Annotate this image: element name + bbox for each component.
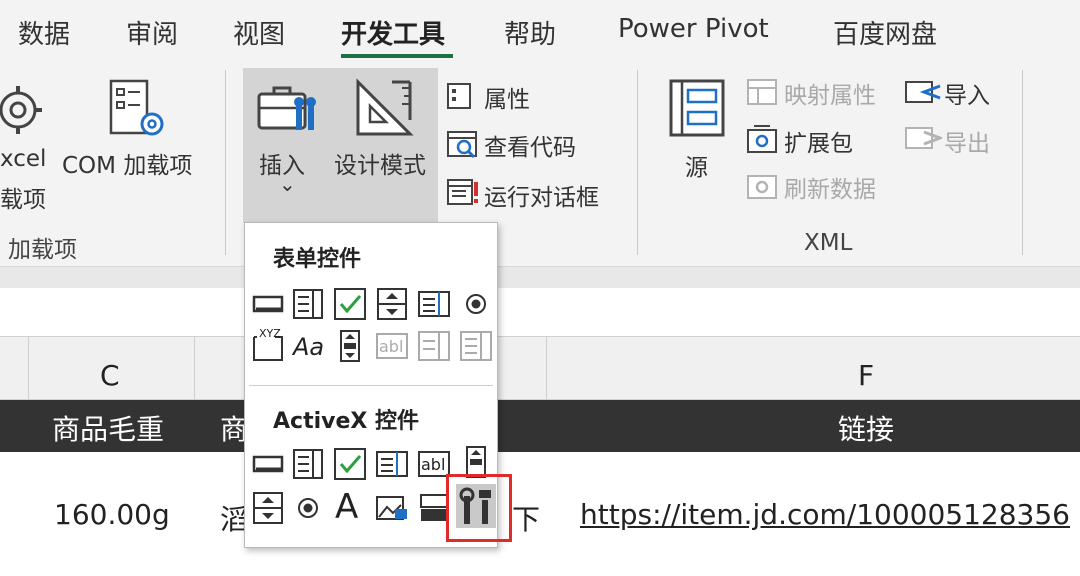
column-header-f[interactable]: F (858, 359, 874, 392)
toolbox-icon[interactable] (256, 80, 320, 138)
cell-f-link[interactable]: https://item.jd.com/100005128356 (580, 498, 1070, 531)
dropdown-divider (249, 385, 493, 386)
activex-image-icon[interactable] (375, 491, 409, 525)
source-label[interactable]: 源 (685, 148, 708, 182)
form-checkbox-icon[interactable] (333, 287, 367, 321)
group-separator (225, 70, 226, 255)
view-code-icon[interactable] (446, 130, 480, 160)
properties-label[interactable]: 属性 (484, 80, 530, 114)
addins-group-label: 加载项 (8, 237, 77, 263)
header-row: 商品毛重 商 链接 (0, 400, 1080, 452)
tab-review[interactable]: 审阅 (126, 14, 178, 51)
activex-label-icon[interactable]: A (335, 487, 358, 527)
properties-icon[interactable] (446, 82, 474, 110)
form-textfield-abl-label: abl (379, 337, 404, 356)
com-addins-icon[interactable] (108, 78, 168, 142)
group-separator (637, 70, 638, 255)
column-divider (194, 337, 195, 401)
cell-e-partial[interactable]: 下 (512, 498, 540, 538)
map-properties-label[interactable]: 映射属性 (784, 76, 876, 110)
more-controls-highlight-frame (446, 474, 512, 542)
tab-developer[interactable]: 开发工具 (341, 14, 445, 51)
tab-baidu-netdisk[interactable]: 百度网盘 (833, 14, 937, 51)
design-mode-label[interactable]: 设计模式 (334, 146, 426, 180)
form-option-button-icon[interactable] (459, 287, 493, 321)
tab-help[interactable]: 帮助 (504, 14, 556, 51)
form-listbox-icon[interactable] (417, 287, 451, 321)
active-tab-indicator (341, 54, 453, 58)
activex-combobox-icon[interactable] (291, 447, 325, 481)
xml-group-label: XML (804, 230, 853, 256)
refresh-data-label[interactable]: 刷新数据 (784, 170, 876, 204)
expansion-pack-label[interactable]: 扩展包 (784, 124, 853, 158)
form-spin-button-icon[interactable] (375, 287, 409, 321)
tab-view[interactable]: 视图 (233, 14, 285, 51)
column-divider (546, 337, 547, 401)
form-combo-list-icon[interactable] (417, 329, 451, 363)
activex-listbox-icon[interactable] (375, 447, 409, 481)
export-icon[interactable] (904, 124, 942, 152)
activex-checkbox-icon[interactable] (333, 447, 367, 481)
column-header-row: C F (0, 336, 1080, 401)
ribbon-tab-bar: 数据 审阅 视图 开发工具 帮助 Power Pivot 百度网盘 (0, 0, 1080, 64)
header-cell-f[interactable]: 链接 (838, 408, 894, 448)
excel-addins-gear-icon[interactable] (0, 80, 44, 140)
insert-chevron-down-icon[interactable]: ⌄ (279, 172, 296, 196)
excel-addins-label-2[interactable]: 载项 (0, 180, 46, 214)
design-mode-icon[interactable] (352, 76, 416, 140)
map-properties-icon[interactable] (746, 78, 780, 106)
excel-addins-label-1[interactable]: xcel (0, 146, 46, 172)
xml-source-icon[interactable] (668, 78, 728, 140)
com-addins-label[interactable]: COM 加载项 (62, 146, 192, 180)
run-dialog-label[interactable]: 运行对话框 (484, 178, 599, 212)
column-header-c[interactable]: C (100, 359, 120, 392)
activex-option-button-icon[interactable] (291, 491, 325, 525)
form-scrollbar-icon[interactable] (333, 329, 367, 363)
import-icon[interactable] (904, 78, 942, 106)
activex-spin-button-icon[interactable] (251, 491, 285, 525)
form-combobox-icon[interactable] (291, 287, 325, 321)
formula-bar-area[interactable] (0, 288, 1080, 336)
activex-button-icon[interactable] (251, 447, 285, 481)
view-code-label[interactable]: 查看代码 (484, 128, 576, 162)
form-button-icon[interactable] (251, 287, 285, 321)
form-label-icon[interactable]: Aa (293, 333, 324, 361)
header-cell-c[interactable]: 商品毛重 (52, 408, 164, 448)
tab-power-pivot[interactable]: Power Pivot (618, 14, 769, 44)
activex-controls-title: ActiveX 控件 (273, 409, 420, 434)
refresh-data-icon[interactable] (746, 170, 780, 200)
activex-textbox-abl-label: abl (421, 455, 446, 474)
run-dialog-icon[interactable] (446, 178, 480, 208)
cell-c-weight[interactable]: 160.00g (54, 498, 170, 531)
column-divider (28, 337, 29, 401)
import-label[interactable]: 导入 (944, 76, 990, 110)
group-separator (1022, 70, 1023, 255)
export-label[interactable]: 导出 (944, 124, 990, 158)
form-controls-title: 表单控件 (273, 247, 362, 272)
form-combo-dropdown-icon[interactable] (459, 329, 493, 363)
tab-data[interactable]: 数据 (18, 14, 70, 51)
groupbox-xyz-label: XYZ (259, 327, 281, 340)
expansion-pack-icon[interactable] (746, 124, 780, 154)
ribbon-bottom-edge (0, 266, 1080, 288)
